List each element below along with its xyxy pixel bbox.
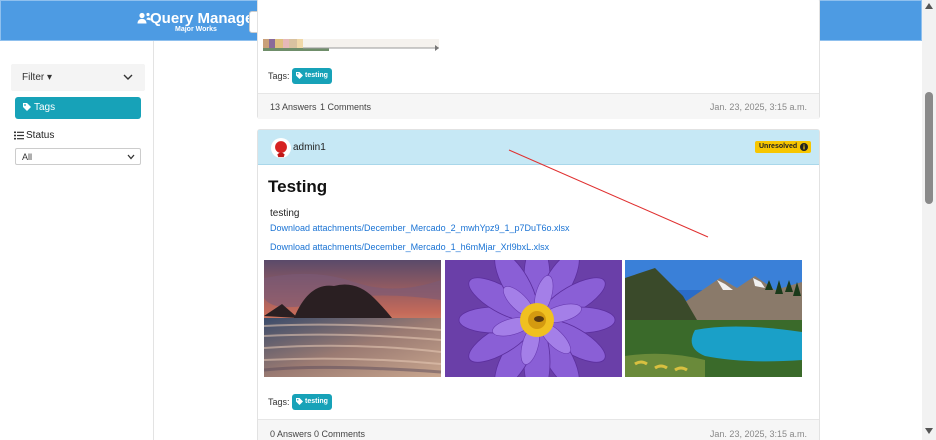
filter-toggle[interactable]: Filter ▾ — [11, 64, 145, 91]
post-card: admin1 Unresolved Testing testing Downlo… — [257, 129, 820, 440]
post-title[interactable]: Testing — [268, 177, 327, 197]
author-name[interactable]: admin1 — [293, 142, 326, 153]
filter-label: Filter ▾ — [22, 72, 53, 83]
chevron-down-icon — [127, 154, 135, 160]
status-badge-label: Unresolved — [759, 143, 798, 150]
tag-icon — [296, 72, 303, 79]
list-icon — [14, 131, 24, 140]
tag-pill[interactable]: testing — [292, 394, 332, 410]
post-body: testing — [270, 208, 300, 219]
attachment-link[interactable]: Download attachments/December_Mercado_2_… — [270, 223, 570, 233]
info-icon — [800, 143, 809, 151]
tags-label: Tags: — [268, 71, 290, 81]
post-date: Jan. 23, 2025, 3:15 a.m. — [709, 102, 807, 112]
mountain-lake-image — [625, 260, 802, 377]
tags-button[interactable]: Tags — [15, 97, 141, 119]
tags-button-label: Tags — [34, 102, 56, 113]
image-mountain-lake[interactable] — [625, 260, 802, 377]
beach-rock-image — [264, 260, 441, 377]
tag-icon — [296, 398, 303, 405]
chevron-down-icon — [123, 74, 133, 80]
attachment-link[interactable]: Download attachments/December_Mercado_1_… — [270, 242, 549, 252]
scroll-down-arrow-icon[interactable] — [925, 428, 933, 434]
status-label-text: Status — [26, 130, 55, 141]
scroll-up-arrow-icon[interactable] — [925, 3, 933, 9]
image-water-lily[interactable] — [445, 260, 622, 377]
comments-count[interactable]: 0 Comments — [314, 429, 365, 439]
scroll-thumb[interactable] — [925, 92, 933, 204]
brand-subtitle: Major Works — [175, 26, 217, 33]
status-select[interactable]: All — [15, 148, 141, 165]
post-card: Tags: testing 13 Answers 1 Comments Jan.… — [257, 0, 820, 119]
avatar-icon — [271, 138, 291, 158]
status-badge: Unresolved — [755, 141, 812, 153]
tag-pill-label: testing — [305, 72, 328, 79]
scrollbar[interactable] — [922, 0, 936, 440]
tag-pill-label: testing — [305, 398, 328, 405]
brand-title: Query Manager — [150, 10, 260, 27]
status-select-value: All — [22, 152, 33, 162]
users-icon — [137, 12, 151, 24]
tags-label: Tags: — [268, 397, 290, 407]
post-date: Jan. 23, 2025, 3:15 a.m. — [709, 429, 807, 439]
tag-icon — [23, 103, 31, 111]
answers-count[interactable]: 0 Answers — [270, 429, 312, 439]
tag-pill[interactable]: testing — [292, 68, 332, 84]
card-footer: 13 Answers 1 Comments Jan. 23, 2025, 3:1… — [258, 93, 819, 119]
image-beach-rock[interactable] — [264, 260, 441, 377]
sidebar: Filter ▾ Tags Status All — [0, 41, 154, 440]
water-lily-image — [445, 260, 622, 377]
answers-count[interactable]: 13 Answers — [270, 102, 317, 112]
card-footer: 0 Answers 0 Comments Jan. 23, 2025, 3:15… — [258, 419, 819, 440]
post-header: admin1 Unresolved — [258, 130, 819, 165]
image-thumbnail-strip — [263, 39, 439, 51]
author-avatar[interactable] — [271, 138, 291, 158]
comments-count[interactable]: 1 Comments — [320, 102, 371, 112]
